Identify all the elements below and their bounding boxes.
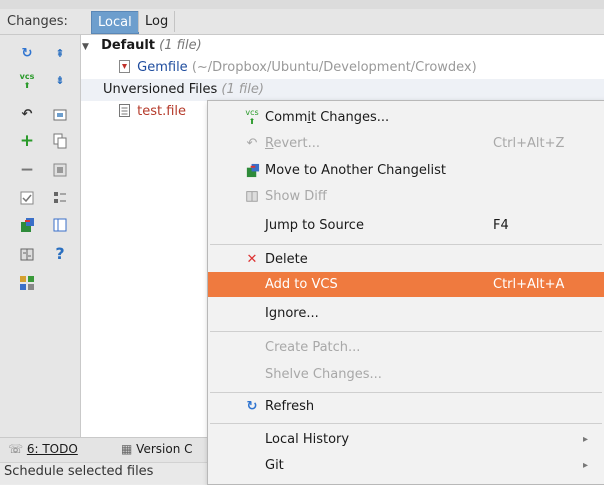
menu-item-label: Add to VCS xyxy=(265,277,338,292)
submenu-arrow-icon: ▸ xyxy=(583,434,589,445)
menu-item-label: Shelve Changes... xyxy=(265,367,382,382)
unversioned-group-count: (1 file) xyxy=(221,82,264,97)
menu-item-add-to-vcs[interactable]: Add to VCS Ctrl+Alt+A xyxy=(208,272,604,297)
group-icon[interactable] xyxy=(18,274,36,292)
revert-icon: ↶ xyxy=(246,136,258,151)
add-icon[interactable]: + xyxy=(18,132,36,150)
menu-item-git[interactable]: Git ▸ xyxy=(208,453,604,478)
menu-item-jump-to-source[interactable]: Jump to Source F4 xyxy=(208,213,604,238)
top-strip xyxy=(0,0,604,9)
refresh-icon[interactable]: ↻ xyxy=(18,45,36,63)
menu-item-shortcut: Ctrl+Alt+Z xyxy=(493,136,565,151)
tab-log[interactable]: Log xyxy=(138,11,176,32)
status-text: Schedule selected files xyxy=(4,464,154,479)
menu-item-refresh[interactable]: ↻ Refresh xyxy=(208,394,604,419)
changes-label: Changes: xyxy=(7,14,68,29)
checkbox-icon[interactable] xyxy=(18,189,36,207)
menu-item-label: Revert... xyxy=(265,136,320,151)
unversioned-group-name: Unversioned Files xyxy=(103,82,218,97)
tree-row-unversioned-file[interactable]: test.file xyxy=(119,101,186,123)
collapse-all-icon[interactable]: ⇟ xyxy=(51,72,69,90)
version-control-tab-label: Version C xyxy=(136,442,193,456)
remove-icon[interactable]: − xyxy=(18,161,36,179)
tree-row-default[interactable]: ▼ Default (1 file) xyxy=(81,35,202,57)
menu-item-delete[interactable]: ✕ Delete xyxy=(208,247,604,272)
menu-item-move-to-changelist[interactable]: Move to Another Changelist xyxy=(208,158,604,183)
changelist-icon[interactable] xyxy=(51,106,69,124)
move-changelist-icon xyxy=(243,158,261,187)
ignore-icon[interactable] xyxy=(51,161,69,179)
version-control-icon: ▦ xyxy=(121,442,133,456)
tab-local[interactable]: Local xyxy=(91,11,139,34)
todo-icon: ☏ xyxy=(8,442,24,456)
menu-item-label: Delete xyxy=(265,252,308,267)
vcs-commit-icon[interactable]: vcs ⬆ xyxy=(18,72,36,90)
menu-item-label: Refresh xyxy=(265,399,315,414)
menu-item-revert[interactable]: ↶ Revert... Ctrl+Alt+Z xyxy=(208,131,604,156)
menu-item-label: Local History xyxy=(265,432,350,447)
unversioned-file-name: test.file xyxy=(137,104,187,119)
text-file-icon xyxy=(119,104,137,119)
copy-icon[interactable] xyxy=(51,132,69,150)
menu-item-shortcut: F4 xyxy=(493,218,509,233)
move-changelist-icon[interactable] xyxy=(18,216,36,234)
menu-item-ignore[interactable]: Ignore... xyxy=(208,301,604,326)
file-path: (~/Dropbox/Ubuntu/Development/Crowdex) xyxy=(191,60,477,75)
refresh-icon: ↻ xyxy=(246,399,258,414)
menu-item-show-diff[interactable]: Show Diff xyxy=(208,184,604,209)
todo-tab-label: 6: TODO xyxy=(26,442,78,456)
menu-item-shortcut: Ctrl+Alt+A xyxy=(493,277,565,292)
group-count: (1 file) xyxy=(159,38,202,53)
show-diff-icon[interactable] xyxy=(18,245,36,263)
changes-tab-bar: Changes: Local Log xyxy=(0,9,604,35)
menu-separator xyxy=(210,244,602,245)
expand-all-icon[interactable]: ⇞ xyxy=(51,45,69,63)
tree-row-file[interactable]: Gemfile (~/Dropbox/Ubuntu/Development/Cr… xyxy=(119,57,477,79)
help-icon[interactable]: ? xyxy=(51,245,69,263)
menu-item-label: Commit Changes... xyxy=(265,110,390,125)
group-name: Default xyxy=(101,38,156,53)
todo-tab[interactable]: ☏ 6: TODO xyxy=(8,442,78,456)
menu-item-local-history[interactable]: Local History ▸ xyxy=(208,427,604,452)
delete-icon: ✕ xyxy=(246,252,258,267)
menu-item-commit-changes[interactable]: vcs ⬆ Commit Changes... xyxy=(208,105,604,130)
chevron-down-icon[interactable]: ▼ xyxy=(82,42,89,52)
preview-icon[interactable] xyxy=(51,216,69,234)
version-control-tab[interactable]: ▦ Version C xyxy=(121,442,193,456)
menu-item-label: Git xyxy=(265,458,284,473)
menu-separator xyxy=(210,392,602,393)
tree-row-unversioned[interactable]: Unversioned Files (1 file) xyxy=(81,79,604,101)
menu-item-create-patch[interactable]: Create Patch... xyxy=(208,335,604,360)
menu-separator xyxy=(210,331,602,332)
changes-toolbar: ↻ vcs ⬆ ↶ + − ⇞ ⇟ ? xyxy=(0,35,81,437)
vcs-commit-icon: vcs ⬆ xyxy=(245,108,259,126)
menu-item-label: Show Diff xyxy=(265,189,327,204)
menu-item-label: Move to Another Changelist xyxy=(265,163,446,178)
file-name: Gemfile xyxy=(137,60,188,75)
context-menu: vcs ⬆ Commit Changes... ↶ Revert... Ctrl+… xyxy=(207,100,604,485)
show-diff-icon xyxy=(243,184,261,212)
group-by-icon[interactable] xyxy=(51,189,69,207)
menu-item-shelve-changes[interactable]: Shelve Changes... xyxy=(208,362,604,387)
revert-icon[interactable]: ↶ xyxy=(18,106,36,124)
ruby-file-icon xyxy=(119,60,137,75)
menu-separator xyxy=(210,423,602,424)
menu-item-label: Ignore... xyxy=(265,306,319,321)
menu-item-label: Jump to Source xyxy=(265,218,364,233)
submenu-arrow-icon: ▸ xyxy=(583,460,589,471)
menu-item-label: Create Patch... xyxy=(265,340,361,355)
